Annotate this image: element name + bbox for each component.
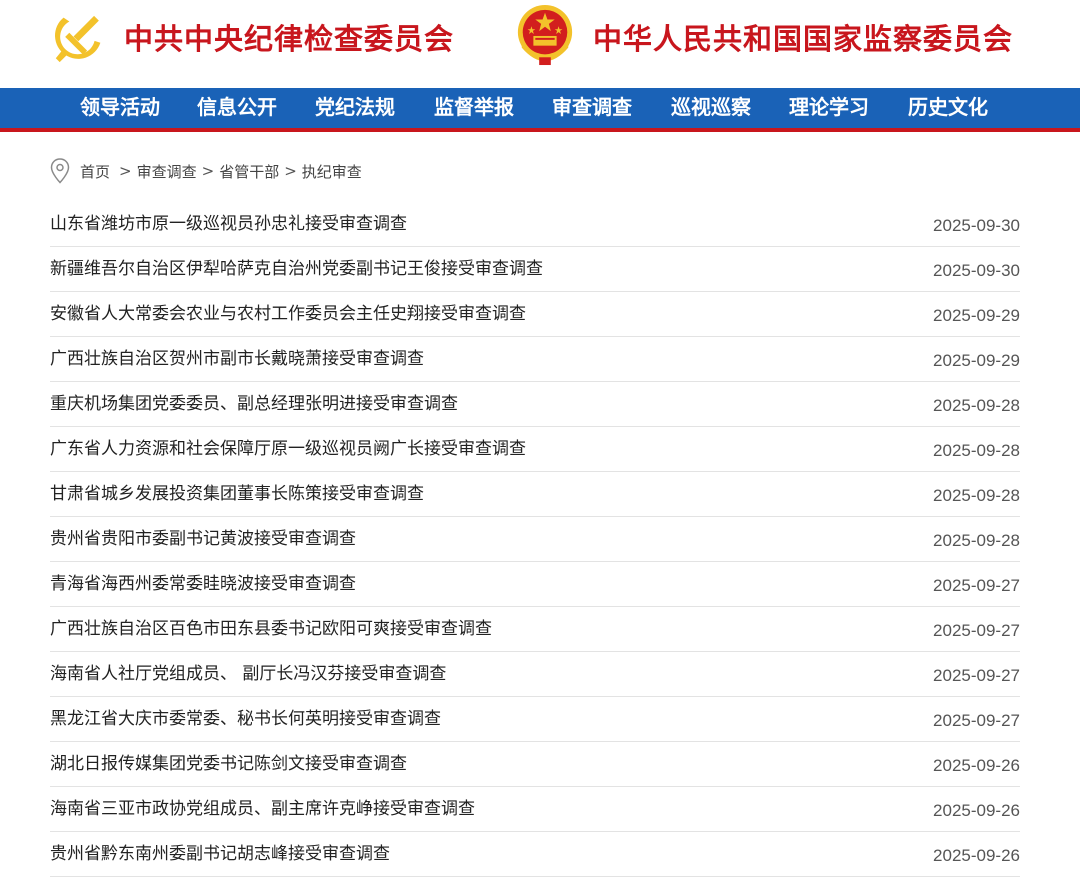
cpc-ccdi-title[interactable]: 中共中央纪律检查委员会 [124,14,454,64]
article-date: 2025-09-26 [933,756,1020,775]
article-date: 2025-09-29 [933,306,1020,325]
list-item[interactable]: 甘肃省城乡发展投资集团董事长陈策接受审查调查 2025-09-28 [50,472,1020,517]
article-title[interactable]: 甘肃省城乡发展投资集团董事长陈策接受审查调查 [50,472,424,516]
nav-item-regulations[interactable]: 党纪法规 [315,88,395,128]
article-date: 2025-09-30 [933,261,1020,280]
article-date: 2025-09-27 [933,621,1020,640]
breadcrumb-home[interactable]: 首页 [80,161,110,182]
article-title[interactable]: 广西壮族自治区贺州市副市长戴晓萧接受审查调查 [50,337,424,381]
article-title[interactable]: 广西壮族自治区百色市田东县委书记欧阳可爽接受审查调查 [50,607,492,651]
list-item[interactable]: 安徽省人大常委会农业与农村工作委员会主任史翔接受审查调查 2025-09-29 [50,292,1020,337]
breadcrumb: 首页 > 审查调查 > 省管干部 > 执纪审查 [50,157,362,185]
article-list: 山东省潍坊市原一级巡视员孙忠礼接受审查调查 2025-09-30 新疆维吾尔自治… [50,202,1020,877]
nav-item-leadership[interactable]: 领导活动 [80,88,160,128]
article-title[interactable]: 广东省人力资源和社会保障厅原一级巡视员阙广长接受审查调查 [50,427,526,471]
article-title[interactable]: 山东省潍坊市原一级巡视员孙忠礼接受审查调查 [50,202,407,246]
national-emblem-icon[interactable] [514,3,576,67]
nav-item-investigation[interactable]: 审查调查 [552,88,632,128]
article-title[interactable]: 海南省人社厅党组成员、 副厅长冯汉芬接受审查调查 [50,652,446,696]
list-item[interactable]: 新疆维吾尔自治区伊犁哈萨克自治州党委副书记王俊接受审查调查 2025-09-30 [50,247,1020,292]
article-date: 2025-09-28 [933,396,1020,415]
list-item[interactable]: 广西壮族自治区贺州市副市长戴晓萧接受审查调查 2025-09-29 [50,337,1020,382]
breadcrumb-disciplinary-review[interactable]: 执纪审查 [302,161,362,182]
nsc-title[interactable]: 中华人民共和国国家监察委员会 [593,14,1013,64]
article-date: 2025-09-28 [933,441,1020,460]
article-date: 2025-09-26 [933,846,1020,865]
article-date: 2025-09-28 [933,531,1020,550]
list-item[interactable]: 海南省人社厅党组成员、 副厅长冯汉芬接受审查调查 2025-09-27 [50,652,1020,697]
nav-item-inspection[interactable]: 巡视巡察 [671,88,751,128]
list-item[interactable]: 青海省海西州委常委眭晓波接受审查调查 2025-09-27 [50,562,1020,607]
main-nav: 领导活动 信息公开 党纪法规 监督举报 审查调查 巡视巡察 理论学习 历史文化 [0,88,1080,132]
list-item[interactable]: 黑龙江省大庆市委常委、秘书长何英明接受审查调查 2025-09-27 [50,697,1020,742]
breadcrumb-provincial-cadres[interactable]: 省管干部 [219,161,279,182]
nav-item-theory[interactable]: 理论学习 [789,88,869,128]
article-title[interactable]: 贵州省贵阳市委副书记黄波接受审查调查 [50,517,356,561]
article-title[interactable]: 安徽省人大常委会农业与农村工作委员会主任史翔接受审查调查 [50,292,526,336]
article-date: 2025-09-30 [933,216,1020,235]
breadcrumb-separator: > [119,162,132,180]
article-date: 2025-09-27 [933,711,1020,730]
location-pin-icon [50,158,70,184]
nav-item-history[interactable]: 历史文化 [908,88,988,128]
list-item[interactable]: 贵州省黔东南州委副书记胡志峰接受审查调查 2025-09-26 [50,832,1020,877]
article-date: 2025-09-28 [933,486,1020,505]
article-title[interactable]: 青海省海西州委常委眭晓波接受审查调查 [50,562,356,606]
article-title[interactable]: 重庆机场集团党委委员、副总经理张明进接受审查调查 [50,382,458,426]
list-item[interactable]: 山东省潍坊市原一级巡视员孙忠礼接受审查调查 2025-09-30 [50,202,1020,247]
article-title[interactable]: 湖北日报传媒集团党委书记陈剑文接受审查调查 [50,742,407,786]
list-item[interactable]: 广西壮族自治区百色市田东县委书记欧阳可爽接受审查调查 2025-09-27 [50,607,1020,652]
list-item[interactable]: 贵州省贵阳市委副书记黄波接受审查调查 2025-09-28 [50,517,1020,562]
breadcrumb-separator: > [201,162,215,180]
list-item[interactable]: 湖北日报传媒集团党委书记陈剑文接受审查调查 2025-09-26 [50,742,1020,787]
article-title[interactable]: 黑龙江省大庆市委常委、秘书长何英明接受审查调查 [50,697,441,741]
article-date: 2025-09-26 [933,801,1020,820]
list-item[interactable]: 重庆机场集团党委委员、副总经理张明进接受审查调查 2025-09-28 [50,382,1020,427]
article-title[interactable]: 贵州省黔东南州委副书记胡志峰接受审查调查 [50,832,390,876]
nav-item-info-disclosure[interactable]: 信息公开 [197,88,277,128]
breadcrumb-separator: > [284,162,297,180]
article-date: 2025-09-27 [933,666,1020,685]
party-emblem-icon[interactable] [50,4,112,66]
article-title[interactable]: 新疆维吾尔自治区伊犁哈萨克自治州党委副书记王俊接受审查调查 [50,247,543,291]
list-item[interactable]: 广东省人力资源和社会保障厅原一级巡视员阙广长接受审查调查 2025-09-28 [50,427,1020,472]
site-header: 中共中央纪律检查委员会 中华人民共和国国家监察委员会 [0,0,1080,88]
article-date: 2025-09-27 [933,576,1020,595]
nav-item-report[interactable]: 监督举报 [434,88,514,128]
article-title[interactable]: 海南省三亚市政协党组成员、副主席许克峥接受审查调查 [50,787,475,831]
list-item[interactable]: 海南省三亚市政协党组成员、副主席许克峥接受审查调查 2025-09-26 [50,787,1020,832]
article-date: 2025-09-29 [933,351,1020,370]
breadcrumb-investigation[interactable]: 审查调查 [137,161,197,182]
